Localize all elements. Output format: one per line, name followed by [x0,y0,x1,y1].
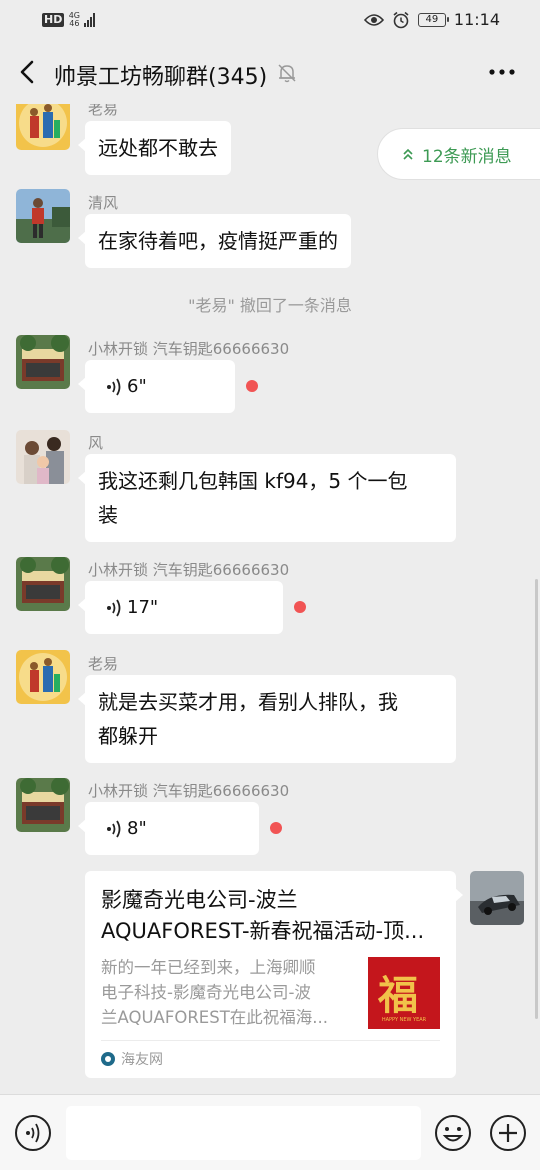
link-body: 新的一年已经到来，上海卿顺 电子科技-影魔奇光电公司-波 兰AQUAFOREST… [101,955,440,1030]
eye-comfort-icon [363,13,384,26]
link-desc-line1: 新的一年已经到来，上海卿顺 [101,958,316,977]
message-input[interactable] [66,1106,421,1160]
avatar-feng[interactable] [16,430,70,484]
link-title-line1: 影魔奇光电公司-波兰 [101,888,298,912]
status-right: 49 11:14 [363,10,500,29]
link-source-name: 海友网 [121,1052,163,1068]
message-text-line1: 我这还剩几包韩国 kf94，5 个一包 [98,469,408,493]
sender-name: 小林开锁 汽车钥匙66666630 [88,561,290,579]
double-chevron-up-icon [403,148,413,160]
new-messages-button[interactable]: 12条新消息 [377,128,540,180]
message-text-line2: 都躲开 [98,724,158,748]
voice-duration: 17" [127,596,159,618]
battery-indicator: 49 [417,12,449,27]
emoji-icon[interactable] [434,1114,472,1152]
message-text-line2: 装 [98,503,118,527]
message-bubble[interactable]: 就是去买菜才用，看别人排队，我 都躲开 [78,675,456,763]
network-type-bottom: 46 [69,19,80,28]
plus-icon[interactable] [489,1114,527,1152]
message-text: 远处都不敢去 [98,136,218,160]
link-desc-line2: 电子科技-影魔奇光电公司-波 [101,983,311,1002]
message-list[interactable]: 老易 远处都不敢去 12条新消息 清风 在家待着吧，疫情挺严重的 "老易" 撤回… [0,104,540,1094]
chat-header: 帅景工坊畅聊群(345) [0,40,540,104]
message-text: 在家待着吧，疫情挺严重的 [98,229,338,253]
avatar-xiaolin[interactable] [16,335,70,389]
avatar-xiaolin[interactable] [16,778,70,832]
clock: 11:14 [453,10,500,29]
avatar-laoyi[interactable] [16,104,70,150]
unread-dot [246,380,258,392]
voice-wave-icon [107,599,121,616]
recall-notice: "老易" 撤回了一条消息 [188,296,352,315]
unread-dot [294,601,306,613]
voice-duration: 8" [127,817,147,839]
shared-link-card[interactable]: 影魔奇光电公司-波兰 AQUAFOREST-新春祝福活动-顶... 新的一年已经… [85,871,463,1078]
message-bubble[interactable]: 远处都不敢去 [78,121,231,175]
new-messages-label: 12条新消息 [422,146,512,167]
avatar-qingfeng[interactable] [16,189,70,243]
avatar-self[interactable] [470,871,524,925]
back-icon[interactable] [14,56,42,88]
link-thumbnail: 福 HAPPY NEW YEAR [368,957,440,1029]
link-description: 新的一年已经到来，上海卿顺 电子科技-影魔奇光电公司-波 兰AQUAFOREST… [101,955,358,1030]
link-desc-line3: 兰AQUAFOREST在此祝福海... [101,1008,329,1027]
message-text-line1: 就是去买菜才用，看别人排队，我 [98,690,398,714]
signal-icon [84,13,96,27]
sender-name: 清风 [88,194,119,212]
voice-message-bubble[interactable]: 8" [78,802,259,855]
thumbnail-fu-char: 福 [378,972,418,1019]
voice-duration: 6" [127,375,147,397]
avatar-laoyi[interactable] [16,650,70,704]
hd-indicator: HD [42,13,65,27]
status-left: HD 4G 46 [42,12,96,28]
voice-wave-icon [26,1123,40,1143]
voice-message-bubble[interactable]: 17" [78,581,283,634]
link-title-line2: AQUAFOREST-新春祝福活动-顶... [101,919,425,943]
chat-title: 帅景工坊畅聊群(345) [54,65,268,90]
sender-name: 小林开锁 汽车钥匙66666630 [88,340,290,358]
alarm-icon [393,11,409,28]
source-logo-icon [101,1052,115,1066]
thumbnail-caption: HAPPY NEW YEAR [381,1017,427,1023]
mute-bell-icon [278,64,296,83]
more-options-icon[interactable] [486,60,518,84]
network-type: 4G 46 [68,12,80,28]
voice-wave-icon [107,820,121,837]
sender-name: 老易 [88,655,119,673]
sender-name: 风 [88,434,104,452]
voice-message-bubble[interactable]: 6" [78,360,235,413]
link-title: 影魔奇光电公司-波兰 AQUAFOREST-新春祝福活动-顶... [101,885,440,947]
sender-name: 小林开锁 汽车钥匙66666630 [88,782,290,800]
avatar-xiaolin[interactable] [16,557,70,611]
message-bubble[interactable]: 在家待着吧，疫情挺严重的 [78,214,351,268]
message-bubble[interactable]: 我这还剩几包韩国 kf94，5 个一包 装 [78,454,456,542]
link-source: 海友网 [101,1040,440,1069]
scrollbar[interactable] [535,579,538,1019]
status-bar: HD 4G 46 49 11:14 [0,0,540,40]
input-bar [0,1094,540,1170]
sender-name: 老易 [88,104,119,118]
voice-input-button[interactable] [15,1115,51,1151]
unread-dot [270,822,282,834]
voice-wave-icon [107,378,121,395]
